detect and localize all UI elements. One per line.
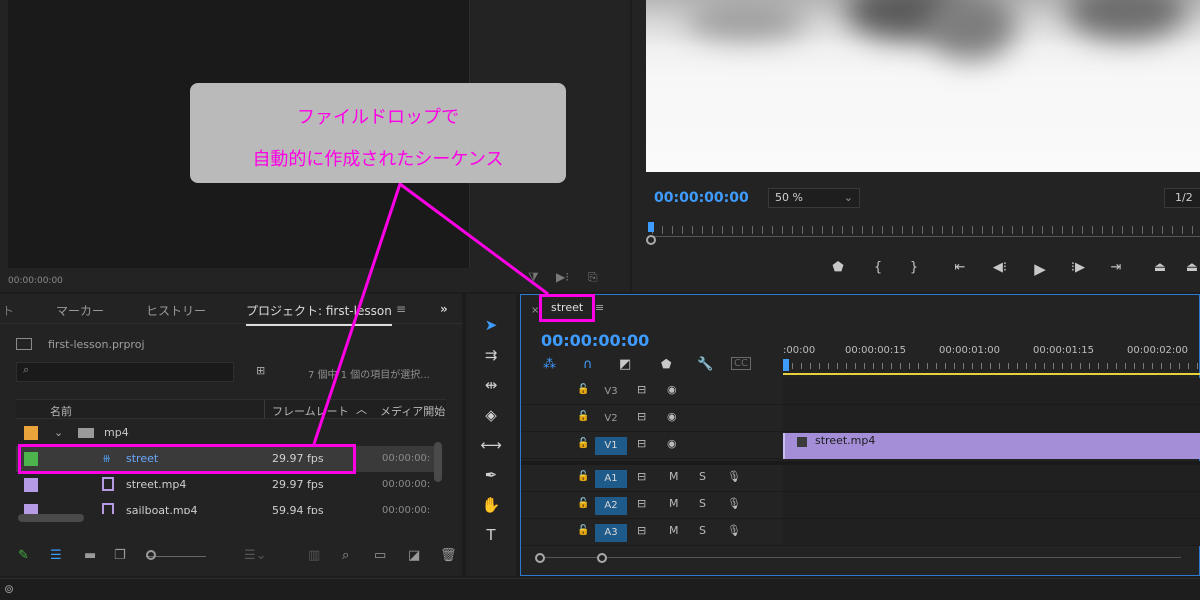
annotation-callout: ファイルドロップで 自動的に作成されたシーケンス [190,83,566,183]
callout-line-2: 自動的に作成されたシーケンス [252,149,504,170]
callout-line-1: ファイルドロップで [297,107,459,128]
callout-pointer-lines [312,181,549,445]
